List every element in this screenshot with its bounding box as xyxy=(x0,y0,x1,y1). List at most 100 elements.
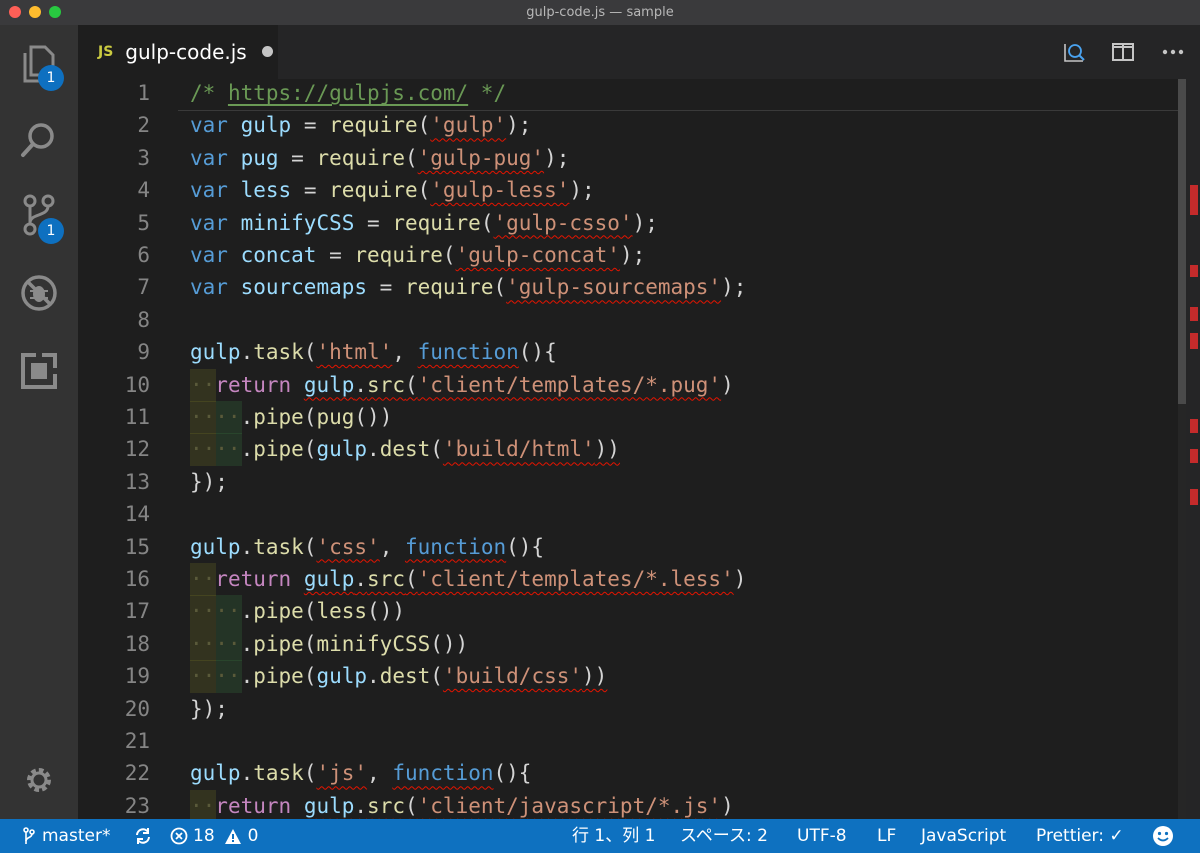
sync-icon xyxy=(136,828,150,844)
split-editor-button[interactable] xyxy=(1110,39,1136,65)
error-icon xyxy=(170,827,188,845)
code-token: 'build/css' xyxy=(442,664,583,689)
unsaved-dot-icon[interactable] xyxy=(262,46,273,57)
code-token: task xyxy=(253,340,304,365)
code-line[interactable]: 7 var sourcemaps = require('gulp-sourcema… xyxy=(78,271,1178,304)
code-line[interactable]: 23 ··return gulp.src('client/javascript/*… xyxy=(78,789,1178,819)
extensions-activity[interactable] xyxy=(0,336,78,406)
code-line[interactable]: 9 gulp.task('html', function(){ xyxy=(78,336,1178,369)
code-token: dest xyxy=(379,664,431,689)
code-line[interactable]: 4 var less = require('gulp-less'); xyxy=(78,174,1178,207)
line-number[interactable]: 8 xyxy=(78,304,150,337)
code-token: 'client/templates/*.less' xyxy=(417,567,734,591)
code-line[interactable]: 13}); xyxy=(78,466,1178,499)
code-line[interactable]: 11 ····.pipe(pug()) xyxy=(78,401,1178,434)
code-line[interactable]: 17 ····.pipe(less()) xyxy=(78,595,1178,629)
code-token: , xyxy=(367,761,393,786)
code-line[interactable]: 2 var gulp = require('gulp'); xyxy=(78,109,1178,142)
code-line[interactable]: 6 var concat = require('gulp-concat'); xyxy=(78,239,1178,272)
line-number[interactable]: 5 xyxy=(78,207,150,240)
code-line[interactable]: 10 ··return gulp.src('client/templates/*.… xyxy=(78,368,1178,402)
code-line[interactable]: 15 gulp.task('css', function(){ xyxy=(78,531,1178,564)
js-file-icon: JS xyxy=(98,44,114,60)
line-number[interactable]: 18 xyxy=(78,628,150,661)
code-line[interactable]: 8 xyxy=(78,304,1178,337)
code-line[interactable]: 20}); xyxy=(78,693,1178,726)
code-token: var xyxy=(190,178,228,203)
code-line[interactable]: 19 ····.pipe(gulp.dest('build/css')) xyxy=(78,660,1178,694)
code-token: 'html' xyxy=(316,340,393,365)
line-number[interactable]: 21 xyxy=(78,725,150,758)
code-text: gulp.task('js', function(){ xyxy=(190,757,531,790)
code-line[interactable]: 21 xyxy=(78,725,1178,758)
line-number[interactable]: 7 xyxy=(78,271,150,304)
code-line[interactable]: 3 var pug = require('gulp-pug'); xyxy=(78,142,1178,175)
line-number[interactable]: 11 xyxy=(78,401,150,434)
line-number[interactable]: 16 xyxy=(78,563,150,596)
code-token: ); xyxy=(632,210,658,235)
line-number[interactable]: 4 xyxy=(78,174,150,207)
line-number[interactable]: 9 xyxy=(78,336,150,369)
more-actions-button[interactable] xyxy=(1160,39,1186,65)
encoding-status[interactable]: UTF-8 xyxy=(797,819,847,853)
code-token: ···· xyxy=(190,664,241,689)
scrollbar-thumb[interactable] xyxy=(1178,79,1186,404)
eol-status[interactable]: LF xyxy=(877,819,896,853)
search-activity[interactable] xyxy=(0,105,78,175)
feedback-button[interactable] xyxy=(1152,819,1174,853)
code-line[interactable]: 1 /* https://gulpjs.com/ */ xyxy=(78,79,1178,110)
code-editor[interactable]: 1 /* https://gulpjs.com/ */ 2 var gulp = re… xyxy=(78,79,1200,819)
line-number[interactable]: 6 xyxy=(78,239,150,272)
prettier-status[interactable]: Prettier: ✓ xyxy=(1036,819,1124,853)
code-text: var gulp = require('gulp'); xyxy=(190,109,531,142)
line-number[interactable]: 17 xyxy=(78,595,150,628)
code-line[interactable]: 5 var minifyCSS = require('gulp-csso'); xyxy=(78,207,1178,240)
code-token: 'gulp-concat' xyxy=(455,243,620,267)
line-number[interactable]: 10 xyxy=(78,369,150,402)
problems-status[interactable]: 18 0 xyxy=(170,819,258,853)
code-line[interactable]: 16 ··return gulp.src('client/templates/*.… xyxy=(78,563,1178,596)
code-line[interactable]: 18 ····.pipe(minifyCSS()) xyxy=(78,627,1178,661)
code-token: ) xyxy=(721,793,734,818)
line-number[interactable]: 2 xyxy=(78,109,150,142)
line-number[interactable]: 13 xyxy=(78,466,150,499)
line-number[interactable]: 15 xyxy=(78,531,150,564)
title-bar: gulp-code.js — sample xyxy=(0,0,1200,26)
line-number[interactable]: 19 xyxy=(78,660,150,693)
language-mode: JavaScript xyxy=(921,826,1007,846)
indentation-status[interactable]: スペース: 2 xyxy=(680,819,768,853)
cursor-position-status[interactable]: 行 1、列 1 xyxy=(572,819,655,853)
source-control-activity[interactable]: 1 xyxy=(0,180,78,250)
editor-tab-bar: JS gulp-code.js xyxy=(78,25,1200,79)
debug-activity[interactable] xyxy=(0,258,78,328)
code-text: ··return gulp.src('client/templates/*.le… xyxy=(190,563,746,596)
error-marker xyxy=(1190,449,1198,463)
line-number[interactable]: 23 xyxy=(78,790,150,819)
code-token: 'gulp' xyxy=(430,113,507,138)
code-line[interactable]: 14 xyxy=(78,498,1178,531)
code-line[interactable]: 12 ····.pipe(gulp.dest('build/html')) xyxy=(78,433,1178,467)
line-number[interactable]: 22 xyxy=(78,757,150,790)
git-branch-status[interactable]: master* xyxy=(22,819,110,853)
line-number[interactable]: 3 xyxy=(78,142,150,175)
code-token: ( xyxy=(404,793,418,818)
line-number[interactable]: 14 xyxy=(78,498,150,531)
line-number[interactable]: 1 xyxy=(78,79,150,110)
debug-icon xyxy=(21,275,57,311)
code-token: ); xyxy=(569,178,595,203)
code-token: https://gulpjs.com/ xyxy=(227,81,469,105)
language-mode-status[interactable]: JavaScript xyxy=(921,819,1006,853)
tab-gulp-code-js[interactable]: JS gulp-code.js xyxy=(78,25,278,79)
explorer-activity[interactable]: 1 xyxy=(0,28,78,98)
code-line[interactable]: 22 gulp.task('js', function(){ xyxy=(78,757,1178,790)
line-number[interactable]: 12 xyxy=(78,433,150,466)
code-text: ····.pipe(less()) xyxy=(190,595,405,628)
code-token: ); xyxy=(506,113,532,138)
sync-button[interactable] xyxy=(134,819,152,853)
preview-search-icon xyxy=(1064,44,1085,62)
code-token: }); xyxy=(190,469,228,494)
open-preview-button[interactable] xyxy=(1062,39,1088,65)
line-number[interactable]: 20 xyxy=(78,693,150,726)
manage-activity[interactable] xyxy=(0,745,78,815)
